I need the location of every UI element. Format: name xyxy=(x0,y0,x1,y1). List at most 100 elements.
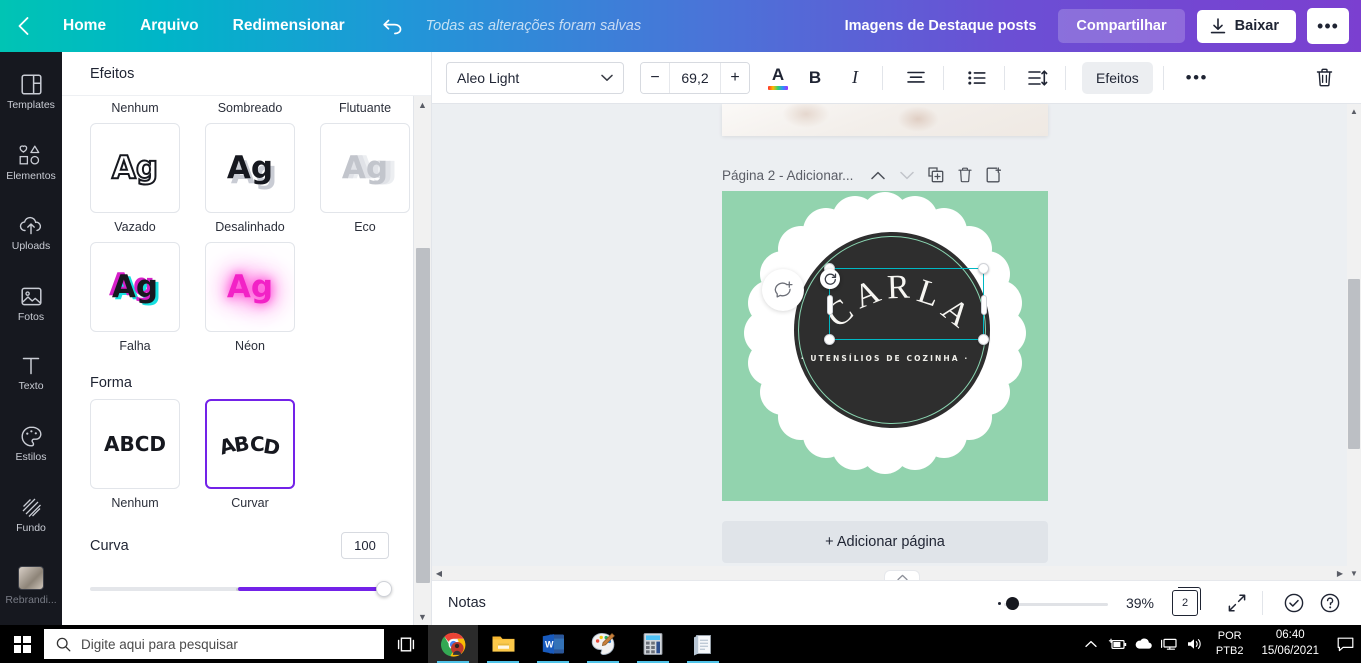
move-page-down-button[interactable] xyxy=(892,163,921,187)
sidebar-item-estilos[interactable]: Estilos xyxy=(0,414,62,475)
network-button[interactable] xyxy=(1156,625,1182,663)
bold-button[interactable]: B xyxy=(798,61,832,95)
resize-handle-left[interactable] xyxy=(826,295,833,315)
shape-option-nenhum[interactable]: ABCD Nenhum xyxy=(90,399,180,510)
canvas-scroll-left-arrow[interactable]: ◀ xyxy=(432,566,446,580)
battery-button[interactable] xyxy=(1104,625,1130,663)
add-comment-button[interactable] xyxy=(762,269,804,311)
font-family-select[interactable]: Aleo Light xyxy=(446,61,624,94)
shape-thumb-selected[interactable]: ABCD xyxy=(205,399,295,489)
sidebar-item-rebranding[interactable]: Rebrandi... xyxy=(0,555,62,616)
taskbar-app-chrome[interactable] xyxy=(428,625,478,663)
resize-handle-bottom-left[interactable] xyxy=(824,334,835,345)
zoom-percentage[interactable]: 39% xyxy=(1126,595,1154,611)
canvas-scroll-down-arrow[interactable]: ▼ xyxy=(1347,566,1361,580)
effect-thumb[interactable]: Ag xyxy=(90,123,180,213)
effect-thumb[interactable]: Ag xyxy=(205,123,295,213)
effect-option-eco[interactable]: Ag Eco xyxy=(320,123,410,234)
volume-button[interactable] xyxy=(1182,625,1208,663)
canvas-scrollbar-thumb[interactable] xyxy=(1348,279,1360,449)
taskbar-app-paint[interactable] xyxy=(578,625,628,663)
font-size-increase[interactable]: + xyxy=(721,62,749,93)
effect-option-falha[interactable]: Ag Falha xyxy=(90,242,180,353)
effect-thumb[interactable]: Ag xyxy=(320,123,410,213)
zoom-slider-track[interactable] xyxy=(1003,602,1108,606)
shape-thumb[interactable]: ABCD xyxy=(90,399,180,489)
panel-scrollbar-thumb[interactable] xyxy=(416,248,430,583)
sidebar-item-elementos[interactable]: Elementos xyxy=(0,132,62,193)
font-size-decrease[interactable]: − xyxy=(641,62,669,93)
sidebar-item-templates[interactable]: Templates xyxy=(0,62,62,123)
sidebar-item-texto[interactable]: Texto xyxy=(0,344,62,405)
language-indicator[interactable]: POR PTB2 xyxy=(1208,629,1252,659)
page-title[interactable]: Página 2 - Adicionar... xyxy=(722,168,853,183)
sidebar-item-fundo[interactable]: Fundo xyxy=(0,484,62,545)
add-page-wide-button[interactable]: + Adicionar página xyxy=(722,521,1048,563)
onedrive-button[interactable] xyxy=(1130,625,1156,663)
text-selection-box[interactable] xyxy=(824,263,989,345)
taskbar-app-notepad[interactable] xyxy=(678,625,728,663)
menu-redimensionar[interactable]: Redimensionar xyxy=(216,0,362,52)
resize-handle-right[interactable] xyxy=(980,295,987,315)
action-center-button[interactable] xyxy=(1329,625,1361,663)
canvas-vertical-scrollbar[interactable]: ▲ ▼ xyxy=(1347,104,1361,580)
start-button[interactable] xyxy=(0,625,44,663)
move-page-up-button[interactable] xyxy=(863,163,892,187)
delete-element-button[interactable] xyxy=(1307,61,1341,95)
sidebar-item-fotos[interactable]: Fotos xyxy=(0,273,62,334)
sidebar-item-uploads[interactable]: Uploads xyxy=(0,203,62,264)
zoom-slider[interactable] xyxy=(997,596,1108,610)
canvas-scroll-up-arrow[interactable]: ▲ xyxy=(1347,104,1361,118)
font-size-input[interactable]: 69,2 xyxy=(669,62,721,93)
topbar-more-button[interactable]: ••• xyxy=(1307,8,1349,44)
seal-logo[interactable]: C A R L A · UTENSÍLIOS DE COZINHA · xyxy=(741,191,1029,477)
tray-expand-button[interactable] xyxy=(1078,625,1104,663)
italic-button[interactable]: I xyxy=(838,61,872,95)
effect-option-desalinhado[interactable]: Ag Desalinhado xyxy=(205,123,295,234)
share-button[interactable]: Compartilhar xyxy=(1058,9,1185,43)
page-1-preview[interactable] xyxy=(722,104,1048,136)
canvas-scroll-right-arrow[interactable]: ▶ xyxy=(1333,566,1347,580)
fullscreen-button[interactable] xyxy=(1222,588,1252,618)
effects-button[interactable]: Efeitos xyxy=(1082,61,1153,94)
zoom-slider-knob[interactable] xyxy=(1005,597,1019,610)
curve-value-input[interactable]: 100 xyxy=(341,532,389,559)
curve-slider[interactable] xyxy=(90,581,392,597)
panel-scroll-up-arrow[interactable]: ▲ xyxy=(414,96,431,113)
shape-option-curvar[interactable]: ABCD Curvar xyxy=(205,399,295,510)
panel-scroll-down-arrow[interactable]: ▼ xyxy=(414,608,431,625)
taskbar-app-word[interactable]: W xyxy=(528,625,578,663)
menu-arquivo[interactable]: Arquivo xyxy=(123,0,216,52)
undo-button[interactable] xyxy=(372,0,414,52)
task-view-button[interactable] xyxy=(384,625,428,663)
text-align-button[interactable] xyxy=(899,61,933,95)
page-manager-button[interactable]: 2 xyxy=(1172,587,1201,616)
rotate-handle[interactable] xyxy=(820,269,840,289)
effect-option-neon[interactable]: Ag Néon xyxy=(205,242,295,353)
curve-slider-knob[interactable] xyxy=(376,581,392,597)
canvas-area[interactable]: Página 2 - Adicionar... C A R L A · UTEN… xyxy=(432,104,1361,580)
help-button[interactable] xyxy=(1315,588,1345,618)
effect-thumb[interactable]: Ag xyxy=(90,242,180,332)
panel-scrollbar[interactable]: ▲ ▼ xyxy=(413,96,431,625)
duplicate-page-button[interactable] xyxy=(921,163,950,187)
line-spacing-button[interactable] xyxy=(1021,61,1055,95)
menu-home[interactable]: Home xyxy=(46,0,123,52)
clock[interactable]: 06:40 15/06/2021 xyxy=(1251,628,1329,659)
delete-page-button[interactable] xyxy=(950,163,979,187)
taskbar-app-file-explorer[interactable] xyxy=(478,625,528,663)
notes-button[interactable]: Notas xyxy=(448,595,486,611)
toolbar-more-button[interactable]: ••• xyxy=(1180,61,1214,95)
resize-handle-bottom-right[interactable] xyxy=(978,334,989,345)
download-button[interactable]: Baixar xyxy=(1196,9,1296,43)
taskbar-search-input[interactable]: Digite aqui para pesquisar xyxy=(44,629,384,659)
text-color-button[interactable]: A xyxy=(764,66,792,90)
resize-handle-top-right[interactable] xyxy=(978,263,989,274)
page-2-canvas[interactable]: C A R L A · UTENSÍLIOS DE COZINHA · xyxy=(722,191,1048,501)
effect-option-vazado[interactable]: Ag Vazado xyxy=(90,123,180,234)
bullet-list-button[interactable] xyxy=(960,61,994,95)
add-page-button[interactable] xyxy=(979,163,1008,187)
back-button[interactable] xyxy=(0,0,46,52)
taskbar-app-calculator[interactable] xyxy=(628,625,678,663)
document-title[interactable]: Imagens de Destaque posts xyxy=(845,18,1037,34)
